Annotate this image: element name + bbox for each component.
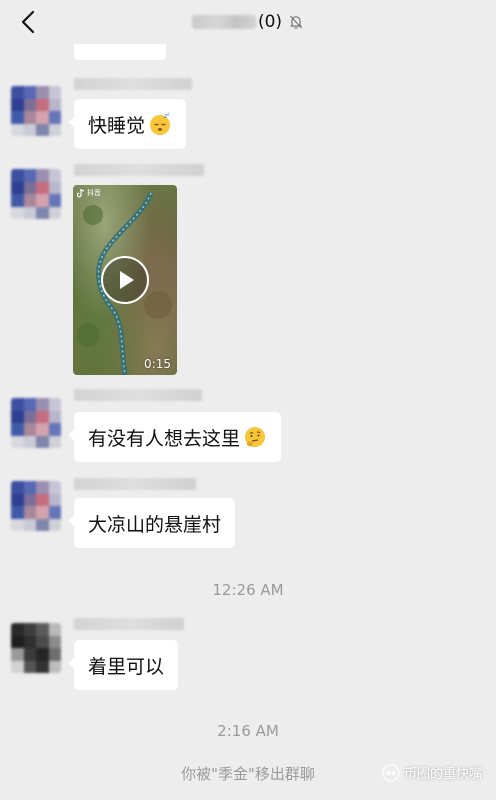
tiktok-icon: [77, 188, 85, 197]
message-bubble[interactable]: 着里可以: [67, 640, 179, 690]
member-count: (0): [257, 12, 283, 32]
group-name-redacted: [191, 15, 256, 29]
message-bubble[interactable]: 有没有人想去这里: [67, 412, 282, 462]
wechat-channel-icon: [382, 763, 400, 782]
sender-name-redacted: [74, 78, 192, 90]
avatar[interactable]: [11, 481, 61, 531]
sender-name-redacted: [74, 164, 204, 176]
sleeping-face-icon: z z: [150, 113, 171, 135]
tiktok-label: 抖音: [87, 189, 101, 197]
message-text: 着里可以: [88, 655, 165, 678]
time-stamp: 2:16 AM: [217, 722, 279, 740]
message-text: 快睡觉: [88, 114, 146, 137]
sender-name-redacted: [74, 389, 202, 401]
message-text: 大凉山的悬崖村: [88, 513, 222, 536]
chat-header: (0): [0, 0, 496, 44]
sender-name-redacted: [74, 618, 184, 630]
chat-title: (0): [0, 10, 496, 34]
message-bubble[interactable]: 大凉山的悬崖村: [67, 498, 236, 548]
svg-text:z: z: [167, 113, 170, 118]
time-stamp: 12:26 AM: [212, 581, 284, 599]
thinking-face-icon: [245, 427, 266, 447]
message-text: 有没有人想去这里: [88, 427, 241, 450]
watermark-text: 币圈的重快嘴: [403, 767, 482, 782]
avatar[interactable]: [11, 398, 61, 448]
avatar[interactable]: [11, 86, 61, 136]
video-duration: 0:15: [144, 357, 171, 371]
play-icon[interactable]: [100, 255, 150, 305]
video-message[interactable]: 抖音 0:15: [73, 185, 177, 375]
tiktok-logo: 抖音: [77, 188, 101, 198]
avatar[interactable]: [11, 623, 61, 673]
sender-name-redacted: [74, 478, 196, 490]
message-bubble[interactable]: 快睡觉 z z: [67, 99, 187, 149]
bell-off-icon: [288, 14, 304, 30]
avatar[interactable]: [11, 169, 61, 219]
watermark: 币圈的重快嘴: [382, 763, 482, 782]
